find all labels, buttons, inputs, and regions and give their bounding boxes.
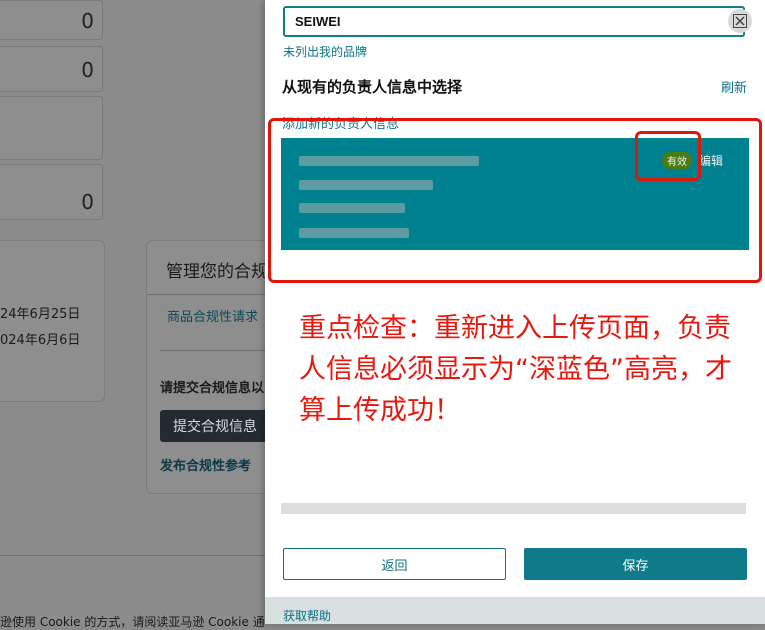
horizontal-scrollbar[interactable] [281,503,746,514]
count-value: 0 [81,190,94,214]
back-button-label: 返回 [381,558,408,574]
compliance-card-title: 管理您的合规 [166,262,268,282]
count-value: 0 [81,58,94,82]
submit-prompt: 请提交合规信息以 [160,381,265,396]
count-value: 0 [81,9,94,33]
brand-unlisted-link[interactable]: 未列出我的品牌 [283,43,367,60]
divider [160,350,266,351]
close-button[interactable] [728,9,752,33]
save-button[interactable]: 保存 [524,548,747,580]
save-button-label: 保存 [622,558,649,574]
submit-compliance-button[interactable]: 提交合规信息 [160,410,270,442]
drawer-footer [265,597,765,624]
date-text: 24年6月25日 [0,307,81,322]
count-box: 0 [0,164,103,220]
reference-link[interactable]: 发布合规性参考 [160,455,251,474]
close-icon [733,14,747,28]
refresh-link[interactable]: 刷新 [721,77,747,96]
count-box: 0 [0,46,103,92]
back-button[interactable]: 返回 [283,548,506,580]
help-link[interactable]: 获取帮助 [283,607,331,624]
count-box-empty [0,96,103,160]
highlight-status-annotation [635,131,701,181]
divider [147,294,267,295]
section-title: 从现有的负责人信息中选择 [282,78,463,96]
compliance-request-link[interactable]: 商品合规性请求 [167,306,258,325]
date-text: 024年6月6日 [0,333,81,348]
divider [0,555,265,556]
annotation-note: 重点检查：重新进入上传页面，负责人信息必须显示为“深蓝色”高亮，才算上传成功！ [299,313,732,426]
submit-compliance-label: 提交合规信息 [173,419,257,435]
cookie-notice: 逊使用 Cookie 的方式，请阅读亚马逊 Cookie 通 [0,615,265,629]
count-box: 0 [0,0,103,40]
brand-input[interactable]: SEIWEI [283,6,745,37]
